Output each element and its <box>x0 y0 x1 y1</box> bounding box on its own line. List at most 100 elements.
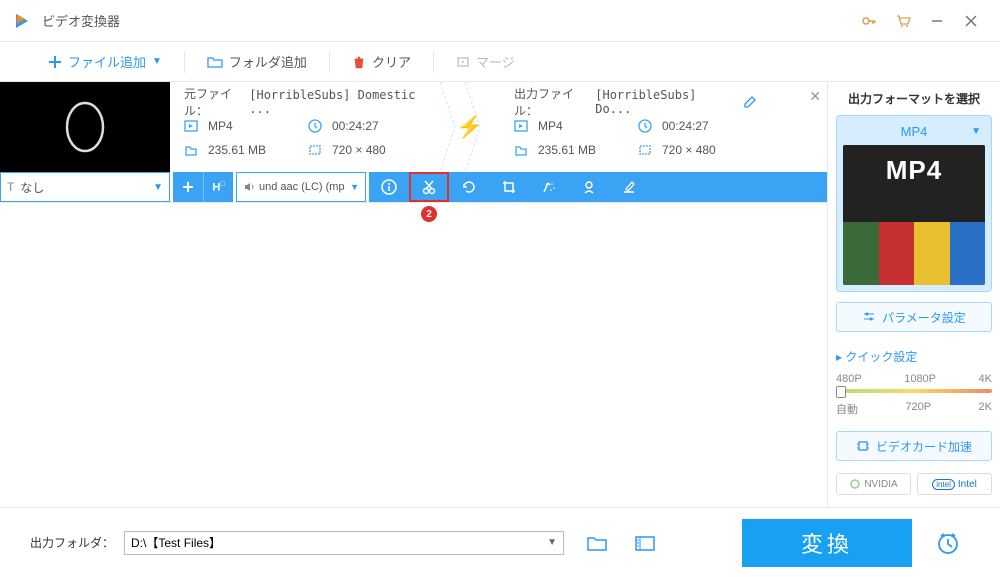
parameter-settings-button[interactable]: パラメータ設定 <box>836 302 992 332</box>
divider <box>433 51 434 73</box>
convert-button[interactable]: 変換 <box>742 519 912 567</box>
q-1080p: 1080P <box>904 373 936 385</box>
chevron-down-icon: ▼ <box>547 537 557 548</box>
clear-label: クリア <box>372 52 411 71</box>
format-preview: MP4 <box>843 145 985 285</box>
quick-settings: ▸ クイック設定 480P 1080P 4K 自動 720P 2K <box>836 348 992 417</box>
callout-badge: 2 <box>421 206 437 222</box>
output-duration: 00:24:27 <box>662 119 709 133</box>
quick-title: ▸ クイック設定 <box>836 348 992 365</box>
video-thumbnail[interactable] <box>0 82 170 172</box>
app-title: ビデオ変換器 <box>42 11 852 30</box>
text-icon: T <box>7 180 14 194</box>
schedule-button[interactable] <box>926 521 970 565</box>
plus-icon <box>48 55 62 69</box>
open-folder-button[interactable] <box>630 528 660 558</box>
subtitle-select[interactable]: T なし ▼ <box>0 172 170 202</box>
quality-slider[interactable] <box>836 389 992 393</box>
size-icon <box>184 143 202 157</box>
close-button[interactable] <box>954 6 988 36</box>
conversion-arrow: ⚡ <box>440 82 500 172</box>
format-badge: MP4 <box>843 145 985 222</box>
divider <box>329 51 330 73</box>
q-4k: 4K <box>979 373 992 385</box>
size-icon <box>514 143 532 157</box>
merge-label: マージ <box>476 52 515 71</box>
watermark-button[interactable] <box>569 172 609 202</box>
effects-button[interactable] <box>529 172 569 202</box>
key-icon[interactable] <box>852 6 886 36</box>
info-button[interactable] <box>369 172 409 202</box>
rotate-button[interactable] <box>449 172 489 202</box>
output-format: MP4 <box>538 119 638 133</box>
output-resolution: 720 × 480 <box>662 143 716 157</box>
output-size: 235.61 MB <box>538 143 638 157</box>
gpu-badges: NVIDIA intelIntel <box>836 473 992 495</box>
sidebar-title: 出力フォーマットを選択 <box>836 90 992 107</box>
chip-icon <box>856 439 870 453</box>
app-logo <box>12 11 32 31</box>
action-bar: T なし ▼ H□ und aac (LC) (mp ▼ 2 <box>0 172 827 202</box>
output-folder-label: 出力フォルダ： <box>30 534 114 551</box>
subtitle-edit-button[interactable] <box>609 172 649 202</box>
minimize-button[interactable] <box>920 6 954 36</box>
audio-value: und aac (LC) (mp <box>259 181 345 193</box>
format-icon <box>184 119 202 133</box>
clock-icon <box>308 119 326 133</box>
filmstrip-icon <box>843 222 985 285</box>
convert-label: 変換 <box>801 527 853 559</box>
add-file-button[interactable]: ファイル追加 ▼ <box>36 42 174 81</box>
nvidia-badge[interactable]: NVIDIA <box>836 473 911 495</box>
quality-labels-bottom: 自動 720P 2K <box>836 401 992 417</box>
heading-button[interactable]: H□ <box>203 172 233 202</box>
source-duration: 00:24:27 <box>332 119 379 133</box>
intel-badge[interactable]: intelIntel <box>917 473 992 495</box>
divider <box>184 51 185 73</box>
source-resolution: 720 × 480 <box>332 143 386 157</box>
format-select[interactable]: MP4 ▼ <box>843 122 985 141</box>
add-folder-label: フォルダ追加 <box>229 52 307 71</box>
edit-name-button[interactable] <box>743 96 756 109</box>
file-info: ✕ 元ファイル：[HorribleSubs] Domestic ... MP4 … <box>170 82 827 172</box>
add-folder-button[interactable]: フォルダ追加 <box>195 42 319 81</box>
main-panel: ✕ 元ファイル：[HorribleSubs] Domestic ... MP4 … <box>0 82 827 506</box>
merge-button[interactable]: マージ <box>444 42 527 81</box>
output-info: 出力ファイル：[HorribleSubs] Do... MP4 00:24:27… <box>500 82 770 172</box>
param-label: パラメータ設定 <box>882 309 966 326</box>
chevron-down-icon[interactable]: ▼ <box>152 56 162 67</box>
source-format: MP4 <box>208 119 308 133</box>
speaker-icon <box>243 181 255 193</box>
source-name: [HorribleSubs] Domestic ... <box>249 88 426 116</box>
format-box: MP4 ▼ MP4 <box>836 115 992 292</box>
sidebar: 出力フォーマットを選択 MP4 ▼ MP4 パラメータ設定 ▸ クイック設定 4… <box>827 82 1000 506</box>
add-file-label: ファイル追加 <box>68 52 146 71</box>
format-value: MP4 <box>901 124 928 139</box>
audio-select[interactable]: und aac (LC) (mp ▼ <box>236 172 366 202</box>
source-info: 元ファイル：[HorribleSubs] Domestic ... MP4 00… <box>170 82 440 172</box>
toolbar: ファイル追加 ▼ フォルダ追加 クリア マージ <box>0 42 1000 82</box>
crop-button[interactable] <box>489 172 529 202</box>
footer: 出力フォルダ： D:\【Test Files】 ▼ 変換 <box>0 507 1000 577</box>
folder-icon <box>207 55 223 69</box>
file-top: ✕ 元ファイル：[HorribleSubs] Domestic ... MP4 … <box>0 82 827 172</box>
output-path-value: D:\【Test Files】 <box>131 534 221 551</box>
subtitle-value: なし <box>20 179 44 196</box>
cart-icon[interactable] <box>886 6 920 36</box>
output-path-select[interactable]: D:\【Test Files】 ▼ <box>124 531 564 555</box>
source-size: 235.61 MB <box>208 143 308 157</box>
add-subtitle-button[interactable] <box>173 172 203 202</box>
clear-button[interactable]: クリア <box>340 42 423 81</box>
cut-button[interactable]: 2 <box>409 172 449 202</box>
resolution-icon <box>638 143 656 157</box>
format-icon <box>514 119 532 133</box>
source-label: 元ファイル： <box>184 85 249 119</box>
output-label: 出力ファイル： <box>514 85 595 119</box>
quality-labels-top: 480P 1080P 4K <box>836 373 992 385</box>
gpu-accel-button[interactable]: ビデオカード加速 <box>836 431 992 461</box>
q-480p: 480P <box>836 373 862 385</box>
remove-file-button[interactable]: ✕ <box>809 88 821 105</box>
clock-icon <box>638 119 656 133</box>
content: ✕ 元ファイル：[HorribleSubs] Domestic ... MP4 … <box>0 82 1000 506</box>
browse-folder-button[interactable] <box>582 528 612 558</box>
gpu-label: ビデオカード加速 <box>876 438 972 455</box>
